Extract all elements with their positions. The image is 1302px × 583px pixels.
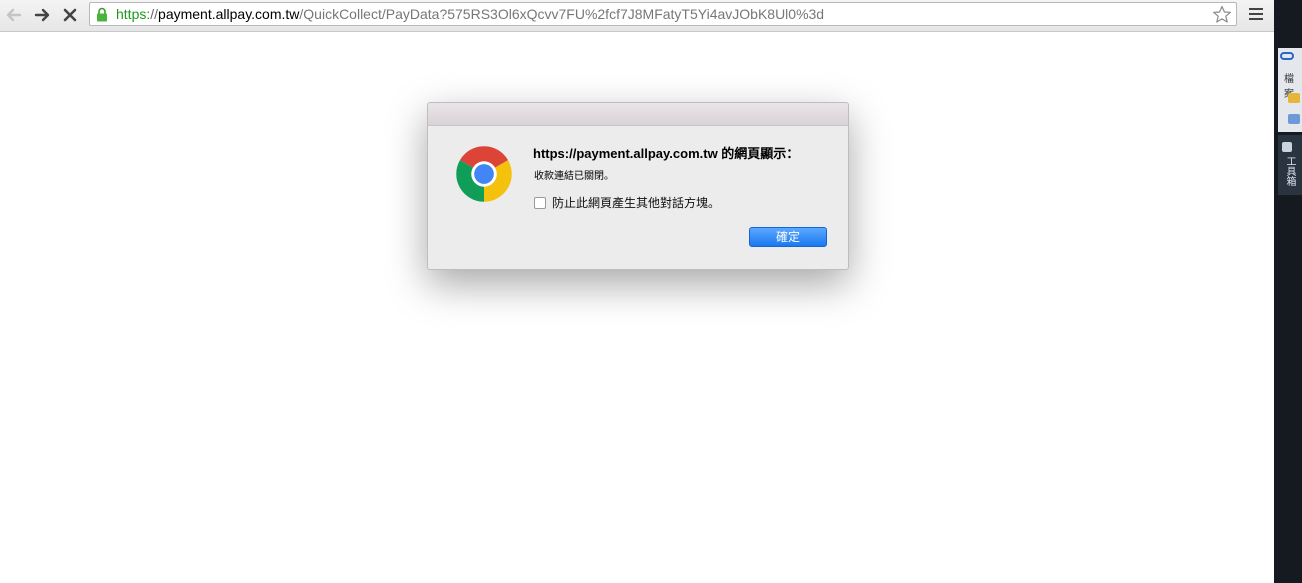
document-icon[interactable] [1288,114,1300,124]
suppress-dialogs-label[interactable]: 防止此網頁產生其他對話方塊。 [552,194,720,211]
url-host: payment.allpay.com.tw [158,6,300,22]
back-button[interactable] [2,3,26,27]
stop-icon [63,8,77,22]
chrome-logo-icon [456,146,512,202]
dialog-title: https://payment.allpay.com.tw 的網頁顯示： [533,146,800,161]
folder-icon[interactable] [1288,93,1300,103]
browser-toolbar: https://payment.allpay.com.tw/QuickColle… [0,0,1274,32]
suppress-dialogs-checkbox[interactable] [534,196,546,209]
toolbox-label: 工具箱 [1284,156,1295,186]
url-text: https://payment.allpay.com.tw/QuickColle… [116,6,824,22]
url-separator: :// [146,6,159,22]
hamburger-menu-icon[interactable] [1246,5,1266,25]
alert-dialog: https://payment.allpay.com.tw 的網頁顯示： 收款連… [427,102,849,270]
back-arrow-icon [6,8,22,22]
ok-button[interactable]: 確定 [749,227,827,247]
forward-arrow-icon [34,8,50,22]
suppress-dialogs-option[interactable]: 防止此網頁產生其他對話方塊。 [534,194,720,211]
url-path: /QuickCollect/PayData?575RS3Ol6xQcvv7FU%… [299,6,825,22]
dialog-titlebar[interactable] [428,103,848,126]
dialog-message: 收款連結已關閉。 [534,171,614,182]
infinity-icon [1280,52,1294,60]
wrench-icon[interactable] [1282,142,1292,152]
lock-icon [97,7,107,22]
bookmark-star-icon[interactable] [1212,5,1232,24]
forward-button[interactable] [30,3,54,27]
address-bar[interactable]: https://payment.allpay.com.tw/QuickColle… [89,2,1237,26]
url-scheme: https [116,6,147,22]
stop-button[interactable] [58,3,82,27]
